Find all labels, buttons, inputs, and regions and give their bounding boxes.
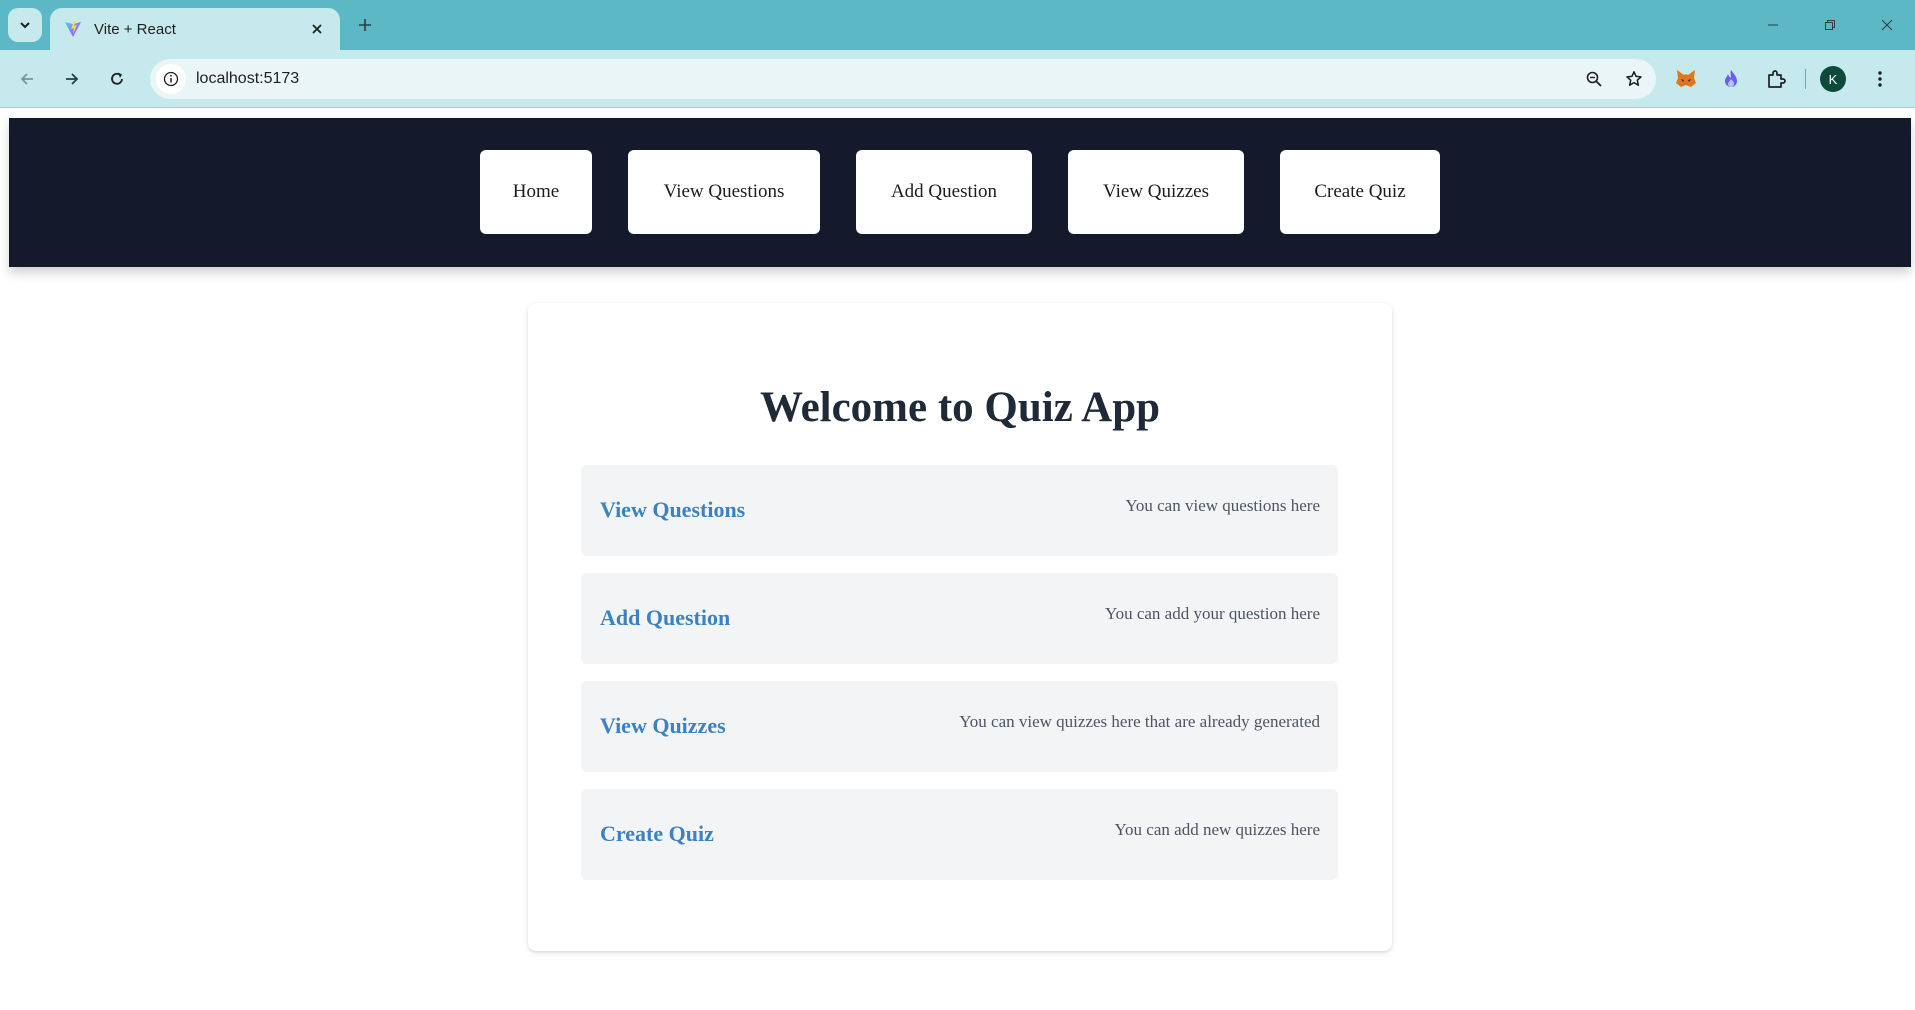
forward-arrow-icon[interactable] (56, 63, 88, 95)
extensions-puzzle-icon[interactable] (1760, 63, 1792, 95)
zoom-icon[interactable] (1576, 61, 1612, 97)
back-arrow-icon[interactable] (11, 63, 43, 95)
feature-view-questions[interactable]: View Questions You can view questions he… (581, 465, 1338, 556)
browser-tabstrip: Vite + React (0, 0, 1915, 50)
address-bar[interactable]: localhost:5173 (150, 59, 1656, 99)
chevron-down-icon (20, 22, 30, 29)
restore-icon[interactable] (1801, 0, 1858, 50)
nav-view-questions-button[interactable]: View Questions (628, 150, 820, 234)
feature-description: You can add your question here (1105, 604, 1320, 623)
tab-search-button[interactable] (8, 8, 42, 42)
tab-close-icon[interactable] (306, 18, 328, 40)
browser-tab[interactable]: Vite + React (50, 8, 340, 50)
nav-create-quiz-button[interactable]: Create Quiz (1280, 150, 1440, 234)
vite-logo-icon (65, 21, 81, 37)
tab-title: Vite + React (94, 20, 176, 38)
profile-avatar[interactable]: K (1820, 66, 1846, 92)
site-info-icon[interactable] (156, 64, 186, 94)
window-controls (1744, 0, 1915, 50)
page-title: Welcome to Quiz App (759, 384, 1161, 431)
feature-description: You can view questions here (1125, 496, 1320, 515)
app-navbar: Home View Questions Add Question View Qu… (9, 118, 1911, 267)
feature-view-quizzes[interactable]: View Quizzes You can view quizzes here t… (581, 681, 1338, 772)
feature-title[interactable]: View Questions (600, 497, 745, 523)
nav-view-quizzes-button[interactable]: View Quizzes (1068, 150, 1244, 234)
more-menu-icon[interactable] (1864, 63, 1896, 95)
reload-icon[interactable] (101, 63, 133, 95)
feature-create-quiz[interactable]: Create Quiz You can add new quizzes here (581, 789, 1338, 880)
browser-toolbar: localhost:5173 K (0, 50, 1915, 108)
extensions-area: K (1670, 63, 1896, 95)
welcome-card: Welcome to Quiz App View Questions You c… (528, 303, 1392, 951)
feature-title[interactable]: View Quizzes (600, 713, 726, 739)
feature-title[interactable]: Add Question (600, 605, 730, 631)
toolbar-divider (1805, 69, 1806, 89)
url-text: localhost:5173 (196, 70, 300, 87)
metamask-fox-icon[interactable] (1670, 63, 1702, 95)
close-window-icon[interactable] (1858, 0, 1915, 50)
bookmark-star-icon[interactable] (1616, 61, 1652, 97)
nav-add-question-button[interactable]: Add Question (856, 150, 1032, 234)
new-tab-plus-icon[interactable] (352, 12, 378, 38)
flame-extension-icon[interactable] (1715, 63, 1747, 95)
feature-add-question[interactable]: Add Question You can add your question h… (581, 573, 1338, 664)
feature-description: You can view quizzes here that are alrea… (959, 712, 1320, 731)
feature-description: You can add new quizzes here (1114, 820, 1320, 839)
nav-home-button[interactable]: Home (480, 150, 592, 234)
minimize-icon[interactable] (1744, 0, 1801, 50)
feature-title[interactable]: Create Quiz (600, 821, 714, 847)
